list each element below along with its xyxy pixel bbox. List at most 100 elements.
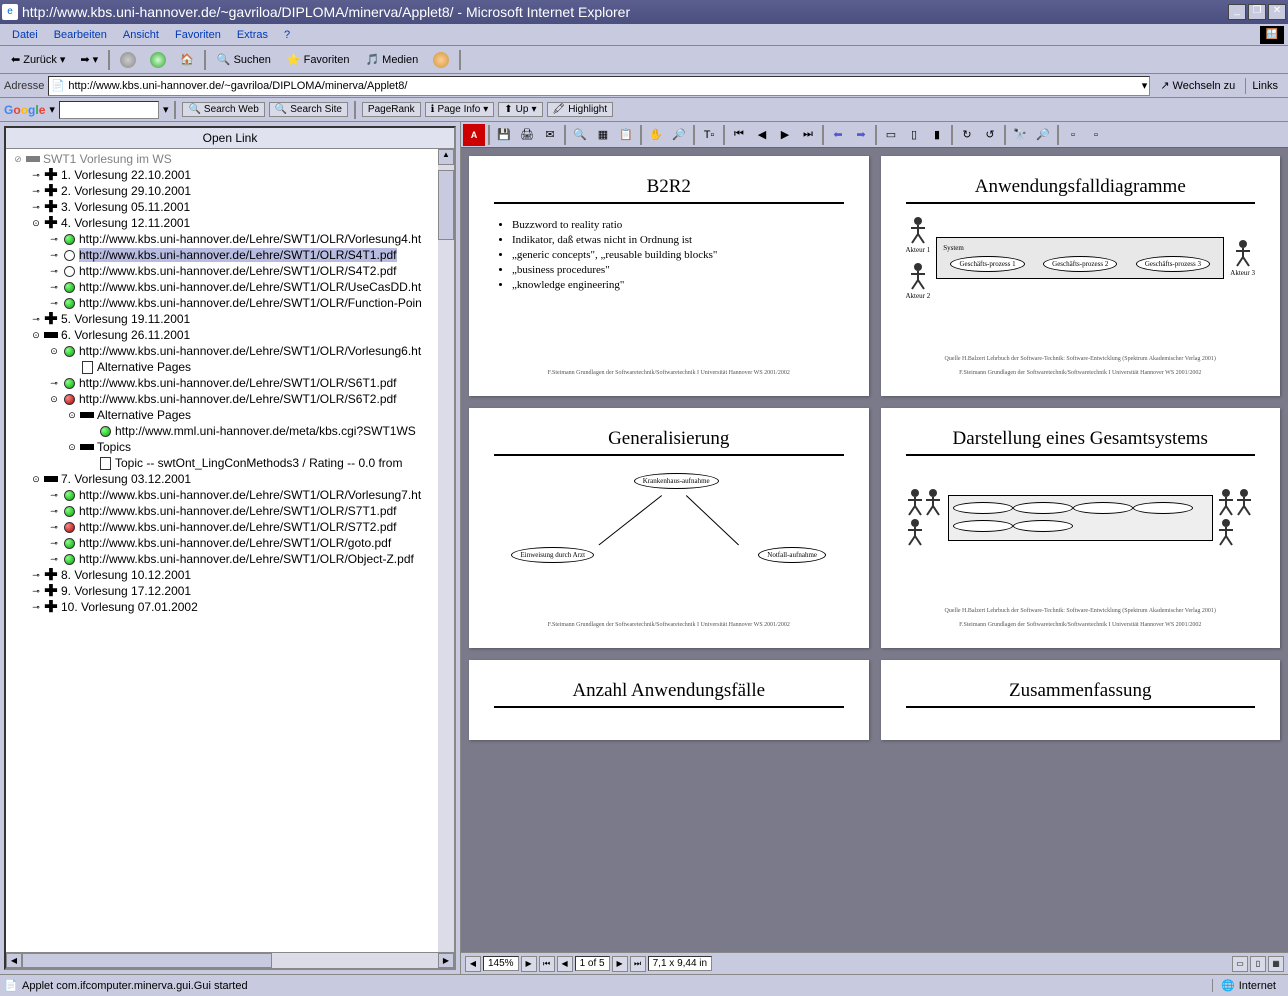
tree-node[interactable]: ⊙Topics <box>8 439 452 455</box>
scroll-up-icon[interactable]: ▲ <box>438 149 454 165</box>
address-dropdown-icon[interactable]: ▾ <box>1142 79 1148 92</box>
tree-vscrollbar[interactable]: ▲ <box>438 149 454 952</box>
tree-toggle-icon[interactable]: ⊙ <box>66 442 78 453</box>
tree-toggle-icon[interactable]: ⊸ <box>48 522 60 533</box>
pdf-save-icon[interactable]: 💾 <box>493 124 515 146</box>
tree-root[interactable]: ⊘ SWT1 Vorlesung im WS <box>8 151 452 167</box>
tree-node[interactable]: ⊙7. Vorlesung 03.12.2001 <box>8 471 452 487</box>
tree-toggle-icon[interactable]: ⊸ <box>48 554 60 565</box>
up-button[interactable]: ⬆ Up ▾ <box>498 102 542 117</box>
history-button[interactable] <box>427 50 455 70</box>
pdf-sb-prev-icon[interactable]: ◀ <box>557 956 573 972</box>
tree-node[interactable]: ⊸http://www.kbs.uni-hannover.de/Lehre/SW… <box>8 519 452 535</box>
tree-toggle-icon[interactable]: ⊸ <box>48 298 60 309</box>
scroll-right-icon[interactable]: ▶ <box>438 953 454 968</box>
tree-node[interactable]: ⊸✚10. Vorlesung 07.01.2002 <box>8 599 452 615</box>
scroll-left-icon[interactable]: ◀ <box>6 953 22 968</box>
stop-button[interactable] <box>114 50 142 70</box>
tree-hscrollbar[interactable]: ◀ ▶ <box>6 952 454 968</box>
tree-node[interactable]: ⊙http://www.kbs.uni-hannover.de/Lehre/SW… <box>8 343 452 359</box>
media-button[interactable]: 🎵 Medien <box>358 50 425 69</box>
tree-toggle-icon[interactable]: ⊸ <box>48 282 60 293</box>
pdf-layout3-icon[interactable]: ▦ <box>1268 956 1284 972</box>
pdf-rotate-icon[interactable]: ↻ <box>956 124 978 146</box>
refresh-button[interactable] <box>144 50 172 70</box>
pdf-first-icon[interactable]: ⏮ <box>728 124 750 146</box>
tree-node[interactable]: ⊸http://www.kbs.uni-hannover.de/Lehre/SW… <box>8 487 452 503</box>
tree-node[interactable]: ⊙✚4. Vorlesung 12.11.2001 <box>8 215 452 231</box>
tree-node[interactable]: ⊙Alternative Pages <box>8 407 452 423</box>
menu-datei[interactable]: Datei <box>4 27 46 43</box>
tree-toggle-icon[interactable]: ⊙ <box>30 218 42 229</box>
menu-ansicht[interactable]: Ansicht <box>115 27 167 43</box>
scroll-thumb-h[interactable] <box>22 953 272 968</box>
pdf-sb-last-icon[interactable]: ⏭ <box>630 956 646 972</box>
pdf-print-icon[interactable]: 🖨 <box>516 124 538 146</box>
pdf-rotate2-icon[interactable]: ↺ <box>979 124 1001 146</box>
go-button[interactable]: ↗ Wechseln zu <box>1154 77 1241 94</box>
tree-toggle-icon[interactable]: ⊸ <box>48 234 60 245</box>
tree-toggle-icon[interactable]: ⊸ <box>48 250 60 261</box>
pdf-layout2-icon[interactable]: ▯ <box>1250 956 1266 972</box>
pdf-extra1-icon[interactable]: ▫ <box>1062 124 1084 146</box>
tree-node[interactable]: ⊸http://www.kbs.uni-hannover.de/Lehre/SW… <box>8 551 452 567</box>
scroll-thumb[interactable] <box>438 170 454 240</box>
tree-node[interactable]: ⊸http://www.kbs.uni-hannover.de/Lehre/SW… <box>8 535 452 551</box>
tree-node[interactable]: ⊙http://www.kbs.uni-hannover.de/Lehre/SW… <box>8 391 452 407</box>
menu-bearbeiten[interactable]: Bearbeiten <box>46 27 115 43</box>
tree-node[interactable]: http://www.mml.uni-hannover.de/meta/kbs.… <box>8 423 452 439</box>
pagerank-button[interactable]: PageRank <box>362 102 421 117</box>
tree-node[interactable]: ⊸http://www.kbs.uni-hannover.de/Lehre/SW… <box>8 295 452 311</box>
menu-extras[interactable]: Extras <box>229 27 276 43</box>
highlight-button[interactable]: 🖍 Highlight <box>547 102 614 117</box>
tree-toggle-icon[interactable]: ⊙ <box>48 346 60 357</box>
pdf-text-select-icon[interactable]: T▫ <box>698 124 720 146</box>
pdf-findnext-icon[interactable]: 🔎 <box>1032 124 1054 146</box>
pdf-extra2-icon[interactable]: ▫ <box>1085 124 1107 146</box>
tree-toggle-icon[interactable]: ⊙ <box>30 330 42 341</box>
pdf-zoom-value[interactable]: 145% <box>483 956 519 971</box>
pdf-page-value[interactable]: 1 of 5 <box>575 956 610 971</box>
back-button[interactable]: ⬅ Zurück ▾ <box>4 50 72 69</box>
pdf-goback-icon[interactable]: ⬅ <box>827 124 849 146</box>
pdf-gofwd-icon[interactable]: ➡ <box>850 124 872 146</box>
tree-toggle-icon[interactable]: ⊸ <box>48 378 60 389</box>
close-button[interactable]: ✕ <box>1268 4 1286 20</box>
tree-node[interactable]: ⊸http://www.kbs.uni-hannover.de/Lehre/SW… <box>8 279 452 295</box>
tree-toggle-icon[interactable]: ⊙ <box>30 474 42 485</box>
pdf-prev-icon[interactable]: ◀ <box>751 124 773 146</box>
pdf-mail-icon[interactable]: ✉ <box>539 124 561 146</box>
search-site-button[interactable]: 🔍 Search Site <box>269 102 348 117</box>
tree-node[interactable]: ⊸http://www.kbs.uni-hannover.de/Lehre/SW… <box>8 503 452 519</box>
pdf-layout1-icon[interactable]: ▭ <box>1232 956 1248 972</box>
pdf-next-icon[interactable]: ▶ <box>774 124 796 146</box>
tree-node[interactable]: ⊸✚3. Vorlesung 05.11.2001 <box>8 199 452 215</box>
pdf-zoom-icon[interactable]: 🔎 <box>668 124 690 146</box>
tree-node[interactable]: ⊸http://www.kbs.uni-hannover.de/Lehre/SW… <box>8 375 452 391</box>
tree-toggle-icon[interactable]: ⊸ <box>48 266 60 277</box>
tree-toggle-icon[interactable]: ⊸ <box>30 170 42 181</box>
pdf-search-icon[interactable]: 🔍 <box>569 124 591 146</box>
pdf-hand-icon[interactable]: ✋ <box>645 124 667 146</box>
tree-toggle-icon[interactable]: ⊙ <box>66 410 78 421</box>
pdf-sb-first-icon[interactable]: ⏮ <box>539 956 555 972</box>
home-button[interactable]: 🏠 <box>174 51 200 68</box>
pdf-content[interactable]: B2R2Buzzword to reality ratioIndikator, … <box>461 148 1288 952</box>
tree-toggle-icon[interactable]: ⊸ <box>30 314 42 325</box>
tree-toggle-icon[interactable]: ⊸ <box>30 570 42 581</box>
menu-help[interactable]: ? <box>276 27 298 43</box>
tree-toggle-icon[interactable]: ⊸ <box>30 586 42 597</box>
tree-toggle-icon[interactable]: ⊸ <box>30 186 42 197</box>
tree-toggle-icon[interactable]: ⊙ <box>48 394 60 405</box>
tree-toggle-icon[interactable]: ⊸ <box>48 538 60 549</box>
pdf-zoom-in-icon[interactable]: ▶ <box>521 956 537 972</box>
page-info-button[interactable]: ℹ Page Info ▾ <box>425 102 495 117</box>
search-button[interactable]: 🔍 Suchen <box>210 50 278 69</box>
pdf-fitpage-icon[interactable]: ▯ <box>903 124 925 146</box>
maximize-button[interactable]: ❐ <box>1248 4 1266 20</box>
tree-node[interactable]: Topic -- swtOnt_LingConMethods3 / Rating… <box>8 455 452 471</box>
tree-node[interactable]: ⊙6. Vorlesung 26.11.2001 <box>8 327 452 343</box>
links-button[interactable]: Links <box>1245 78 1284 94</box>
tree-node[interactable]: ⊸✚5. Vorlesung 19.11.2001 <box>8 311 452 327</box>
tree-node[interactable]: ⊸✚9. Vorlesung 17.12.2001 <box>8 583 452 599</box>
